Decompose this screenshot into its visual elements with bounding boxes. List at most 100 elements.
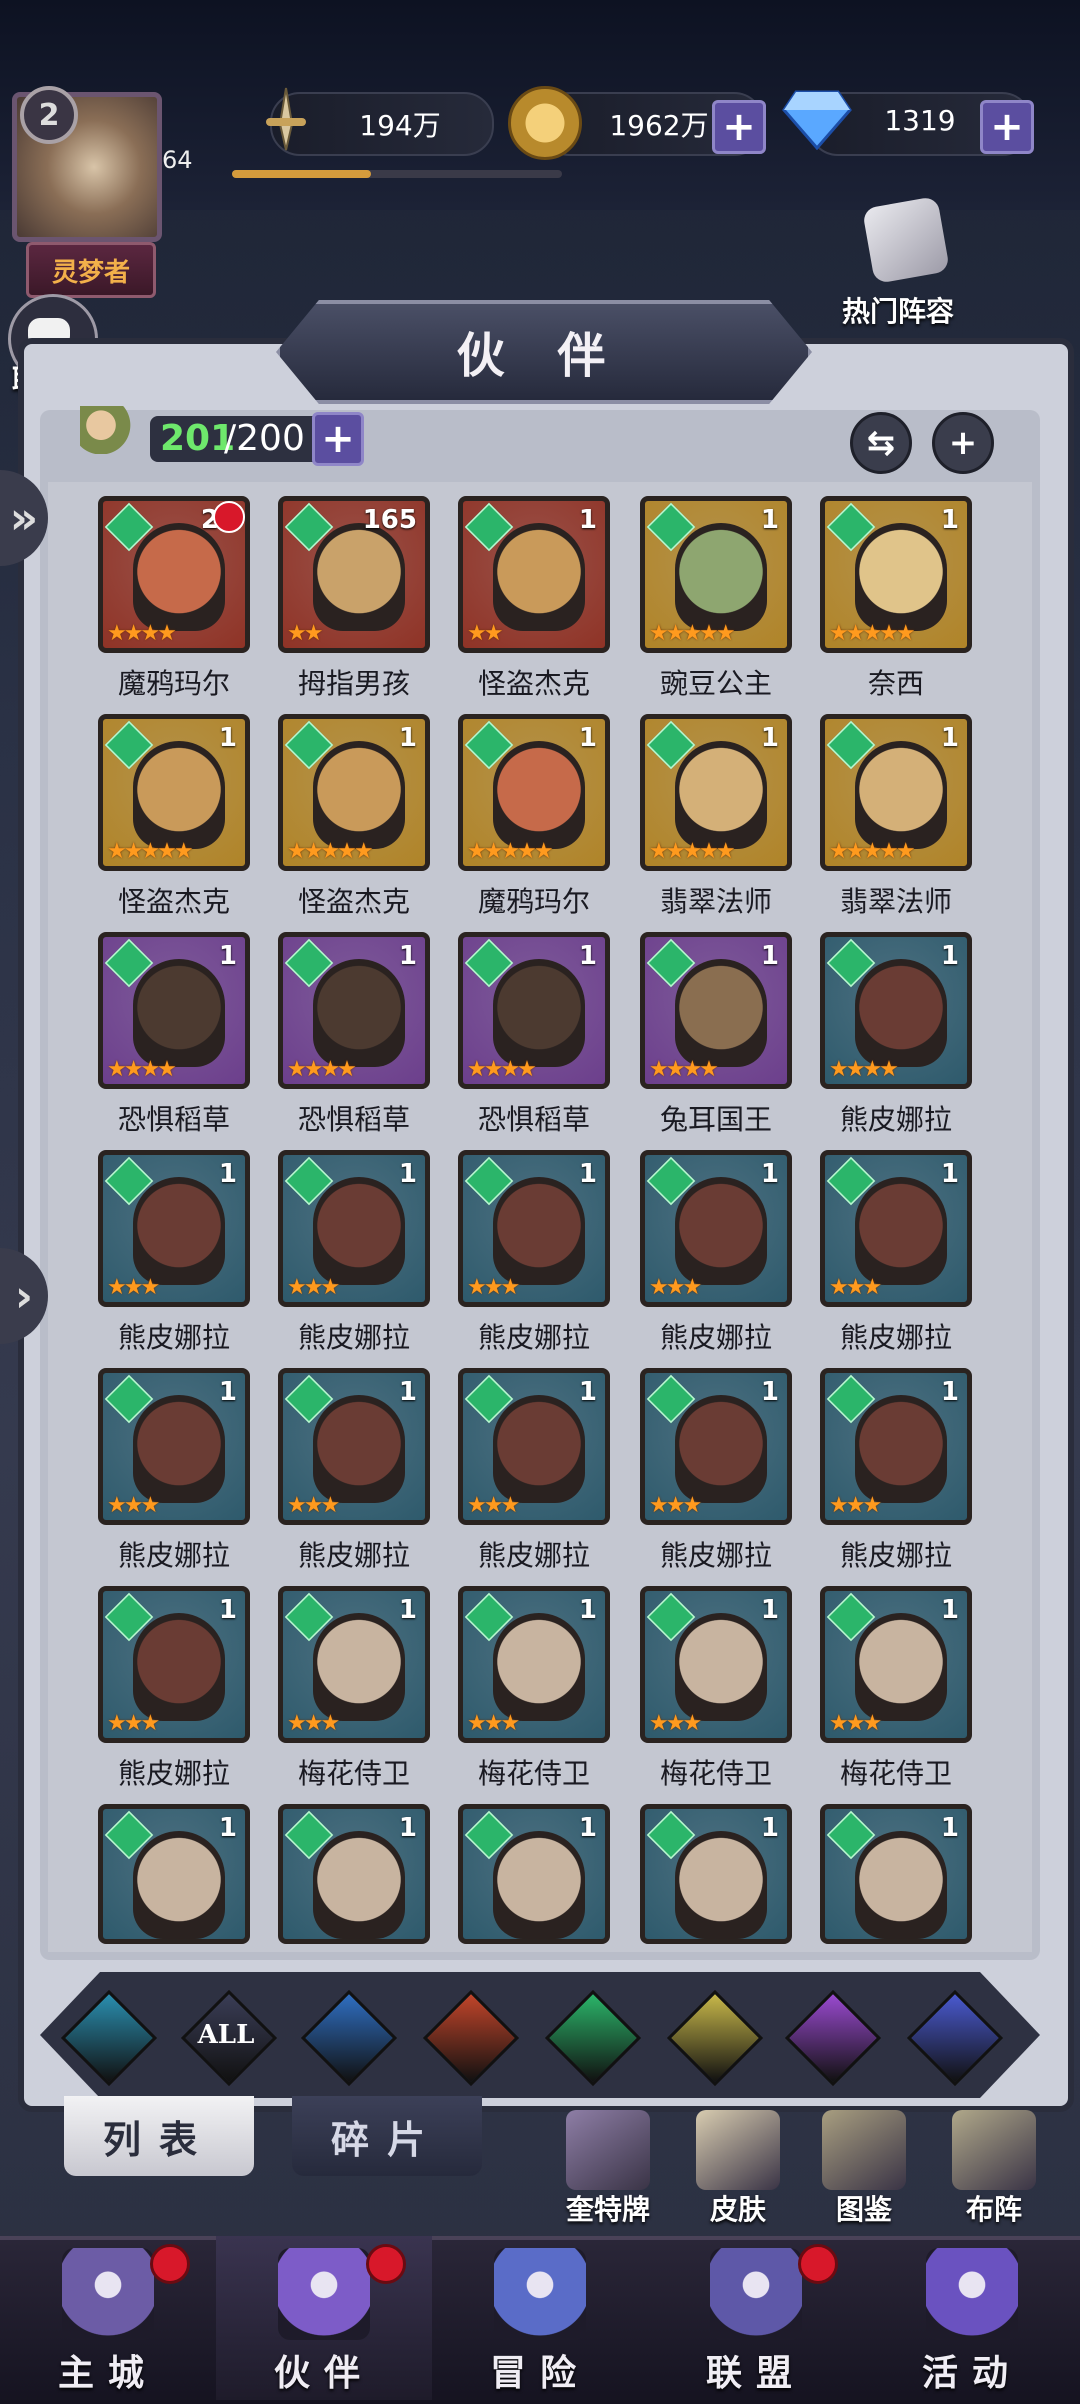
add-gold-button[interactable]: + xyxy=(712,100,766,154)
hero-card[interactable]: 1 ★★★ xyxy=(458,1368,610,1525)
hero-portrait xyxy=(313,1395,405,1503)
hero-card[interactable]: 1 ★★★★★ xyxy=(98,714,250,871)
hero-portrait xyxy=(855,523,947,631)
hero-card[interactable]: 1 ★★★ xyxy=(640,1368,792,1525)
hero-name: 熊皮娜拉 xyxy=(477,1539,590,1572)
hero-portrait xyxy=(675,959,767,1067)
hero-card[interactable]: 1 ★★★★ xyxy=(640,932,792,1089)
tab-fragments[interactable]: 碎片 xyxy=(292,2096,482,2176)
hero-card[interactable]: 1 ★★★ xyxy=(820,1150,972,1307)
player-title-tag[interactable]: 灵梦者 xyxy=(26,242,156,298)
hero-level: 1 xyxy=(578,1813,597,1843)
costume-icon[interactable] xyxy=(696,2110,780,2190)
hero-name: 熊皮娜拉 xyxy=(117,1539,230,1572)
nav-item[interactable]: 伙伴 xyxy=(216,2236,432,2400)
hero-name: 梅花侍卫 xyxy=(659,1757,772,1790)
hero-card[interactable]: 1 ★★★ xyxy=(98,1368,250,1525)
hero-portrait xyxy=(493,1177,585,1285)
hero-card[interactable]: 1 xyxy=(278,1804,430,1944)
hero-card[interactable]: 1 ★★★★★ xyxy=(820,714,972,871)
shortcut-label[interactable]: 奎特牌 xyxy=(538,2188,678,2228)
hero-card[interactable]: 165 ★★ xyxy=(278,496,430,653)
hero-card[interactable]: 1 xyxy=(458,1804,610,1944)
hero-portrait xyxy=(675,741,767,849)
hero-card[interactable]: 1 ★★★★★ xyxy=(640,496,792,653)
hero-card[interactable]: 1 ★★★ xyxy=(458,1150,610,1307)
hero-card[interactable]: 1 ★★★ xyxy=(820,1586,972,1743)
hero-stars: ★★★★★ xyxy=(829,839,916,864)
hero-card[interactable]: 1 ★★★ xyxy=(278,1368,430,1525)
hero-card[interactable]: 20★★★★ xyxy=(98,496,250,653)
hero-name: 熊皮娜拉 xyxy=(659,1539,772,1572)
hero-name: 魔鸦玛尔 xyxy=(477,885,590,918)
hero-level: 1 xyxy=(940,505,959,535)
nav-item[interactable]: 冒险 xyxy=(432,2236,648,2400)
hero-card[interactable]: 1 ★★★ xyxy=(640,1586,792,1743)
hero-stars: ★★★★★ xyxy=(467,839,554,864)
hero-portrait xyxy=(133,1831,225,1939)
hero-name: 熊皮娜拉 xyxy=(297,1321,410,1354)
hero-card[interactable]: 1 ★★★★★ xyxy=(820,496,972,653)
tab-list[interactable]: 列表 xyxy=(64,2096,254,2176)
hero-name: 恐惧稻草 xyxy=(477,1103,590,1136)
hero-portrait xyxy=(133,741,225,849)
add-icon[interactable]: + xyxy=(932,412,994,474)
shortcut-label[interactable]: 布阵 xyxy=(924,2188,1064,2228)
hero-card[interactable]: 1 ★★★★★ xyxy=(278,714,430,871)
shortcut-label[interactable]: 图鉴 xyxy=(794,2188,934,2228)
hero-portrait xyxy=(313,1613,405,1721)
hero-card[interactable]: 1 ★★★ xyxy=(278,1150,430,1307)
hero-card[interactable]: 1 ★★★ xyxy=(640,1150,792,1307)
hero-name: 豌豆公主 xyxy=(659,667,772,700)
hero-level: 1 xyxy=(940,723,959,753)
all-filter-label: ALL xyxy=(197,2020,255,2050)
hero-stars: ★★★ xyxy=(107,1711,160,1736)
hero-card[interactable]: 1 xyxy=(98,1804,250,1944)
hero-card[interactable]: 1 ★★★★★ xyxy=(458,714,610,871)
hot-team-icon[interactable] xyxy=(861,195,951,285)
hero-portrait xyxy=(493,959,585,1067)
hero-name: 梅花侍卫 xyxy=(839,1757,952,1790)
hero-card[interactable]: 1 ★★★ xyxy=(458,1586,610,1743)
cards-icon xyxy=(926,2248,1018,2340)
xp-bar-fill xyxy=(232,170,371,178)
hero-level: 1 xyxy=(940,1377,959,1407)
hero-card[interactable]: 1 ★★★★★ xyxy=(640,714,792,871)
hero-portrait xyxy=(133,523,225,631)
hero-portrait xyxy=(855,1395,947,1503)
hero-card[interactable]: 1 ★★★ xyxy=(820,1368,972,1525)
hero-portrait xyxy=(313,1177,405,1285)
nav-item[interactable]: 主城 xyxy=(0,2236,216,2400)
card-deck-icon[interactable] xyxy=(566,2110,650,2190)
hero-name: 熊皮娜拉 xyxy=(297,1539,410,1572)
hero-card[interactable]: 1 xyxy=(640,1804,792,1944)
hero-level: 1 xyxy=(578,505,597,535)
hero-card[interactable]: 1 xyxy=(820,1804,972,1944)
expand-slots-button[interactable]: + xyxy=(312,412,364,466)
hero-level: 1 xyxy=(760,1159,779,1189)
hero-stars: ★★★ xyxy=(649,1493,702,1518)
hot-team-label[interactable]: 热门阵容 xyxy=(842,290,954,330)
hero-card[interactable]: 1 ★★ xyxy=(458,496,610,653)
codex-icon[interactable] xyxy=(822,2110,906,2190)
formation-icon[interactable] xyxy=(952,2110,1036,2190)
hero-stars: ★★★ xyxy=(649,1711,702,1736)
nav-item[interactable]: 活动 xyxy=(864,2236,1080,2400)
hero-card[interactable]: 1 ★★★★ xyxy=(278,932,430,1089)
hero-level: 1 xyxy=(760,505,779,535)
hero-card[interactable]: 1 ★★★★ xyxy=(458,932,610,1089)
swap-icon[interactable]: ⇆ xyxy=(850,412,912,474)
hero-card[interactable]: 1 ★★★ xyxy=(98,1586,250,1743)
hero-card[interactable]: 1 ★★★★ xyxy=(820,932,972,1089)
hero-level: 1 xyxy=(578,723,597,753)
notification-dot xyxy=(366,2244,406,2284)
hero-card[interactable]: 1 ★★★★ xyxy=(98,932,250,1089)
hero-card[interactable]: 1 ★★★ xyxy=(98,1150,250,1307)
compass-star-icon xyxy=(494,2248,586,2340)
nav-item[interactable]: 联盟 xyxy=(648,2236,864,2400)
add-gems-button[interactable]: + xyxy=(980,100,1034,154)
shortcut-label[interactable]: 皮肤 xyxy=(668,2188,808,2228)
hero-level: 1 xyxy=(398,1595,417,1625)
hero-name: 熊皮娜拉 xyxy=(117,1321,230,1354)
hero-card[interactable]: 1 ★★★ xyxy=(278,1586,430,1743)
